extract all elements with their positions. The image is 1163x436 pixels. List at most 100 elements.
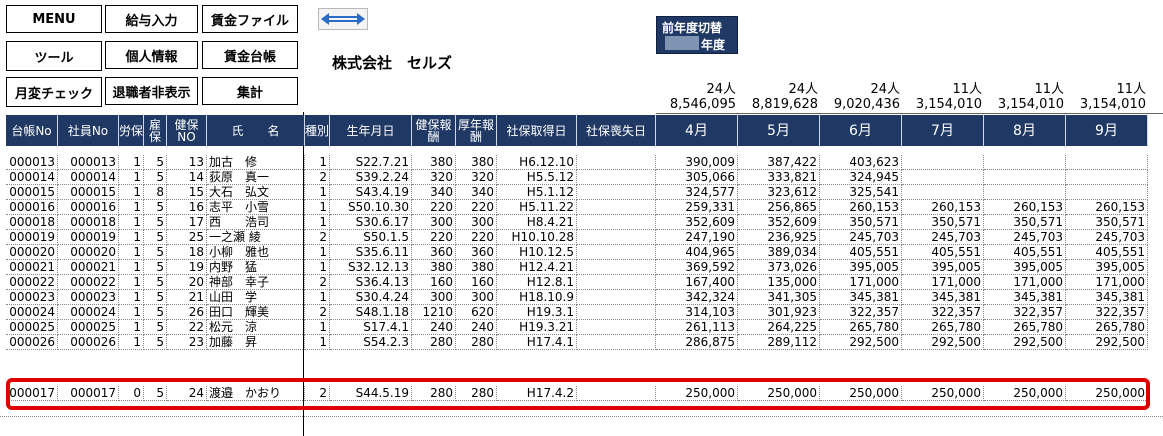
table-cell[interactable] bbox=[1066, 170, 1148, 185]
table-cell[interactable]: 5 bbox=[144, 230, 167, 245]
table-cell[interactable]: 322,357 bbox=[1066, 305, 1148, 320]
table-cell[interactable]: 380 bbox=[456, 155, 497, 170]
table-cell[interactable]: 1 bbox=[119, 320, 144, 335]
table-cell[interactable]: 000019 bbox=[58, 230, 119, 245]
table-cell[interactable]: 245,703 bbox=[902, 230, 984, 245]
table-cell[interactable]: 265,780 bbox=[984, 320, 1066, 335]
table-cell[interactable]: 000022 bbox=[58, 275, 119, 290]
table-cell[interactable]: S50.1.5 bbox=[330, 230, 412, 245]
table-cell[interactable]: 171,000 bbox=[902, 275, 984, 290]
table-cell[interactable]: H8.4.21 bbox=[497, 215, 577, 230]
table-cell[interactable] bbox=[577, 290, 656, 305]
table-cell[interactable]: S17.4.1 bbox=[330, 320, 412, 335]
table-cell[interactable]: 300 bbox=[412, 215, 456, 230]
table-cell[interactable]: 171,000 bbox=[820, 275, 902, 290]
table-cell[interactable]: 1 bbox=[119, 260, 144, 275]
table-cell[interactable]: 000020 bbox=[6, 245, 58, 260]
table-cell[interactable]: 300 bbox=[412, 290, 456, 305]
table-cell[interactable] bbox=[902, 170, 984, 185]
table-cell[interactable]: 000024 bbox=[58, 305, 119, 320]
table-cell[interactable]: S36.4.13 bbox=[330, 275, 412, 290]
table-cell[interactable]: 404,965 bbox=[656, 245, 738, 260]
table-cell[interactable]: 志平 小雪 bbox=[207, 200, 305, 215]
table-cell[interactable]: S32.12.13 bbox=[330, 260, 412, 275]
table-cell[interactable]: 21 bbox=[167, 290, 207, 305]
table-cell[interactable] bbox=[577, 230, 656, 245]
table-cell[interactable]: 2 bbox=[305, 305, 330, 320]
table-cell[interactable]: 373,026 bbox=[738, 260, 820, 275]
table-cell[interactable]: 田口 輝美 bbox=[207, 305, 305, 320]
table-cell[interactable]: 380 bbox=[412, 155, 456, 170]
table-cell[interactable]: 171,000 bbox=[984, 275, 1066, 290]
table-cell[interactable]: 265,780 bbox=[1066, 320, 1148, 335]
table-cell[interactable] bbox=[984, 170, 1066, 185]
table-cell[interactable]: H18.10.9 bbox=[497, 290, 577, 305]
table-cell[interactable]: 333,821 bbox=[738, 170, 820, 185]
table-cell[interactable]: 340 bbox=[412, 185, 456, 200]
table-cell[interactable]: 1 bbox=[305, 335, 330, 350]
table-cell[interactable]: 220 bbox=[412, 230, 456, 245]
table-cell[interactable]: 360 bbox=[456, 245, 497, 260]
table-cell[interactable]: 350,571 bbox=[902, 215, 984, 230]
table-cell[interactable]: 289,112 bbox=[738, 335, 820, 350]
table-cell[interactable]: 000015 bbox=[58, 185, 119, 200]
table-cell[interactable] bbox=[902, 185, 984, 200]
table-cell[interactable]: 1 bbox=[305, 185, 330, 200]
table-cell[interactable]: 荻原 真一 bbox=[207, 170, 305, 185]
table-cell[interactable]: H10.12.5 bbox=[497, 245, 577, 260]
table-cell[interactable] bbox=[577, 305, 656, 320]
table-cell[interactable]: 390,009 bbox=[656, 155, 738, 170]
table-cell[interactable]: 320 bbox=[412, 170, 456, 185]
table-cell[interactable]: 405,551 bbox=[984, 245, 1066, 260]
table-cell[interactable]: 324,577 bbox=[656, 185, 738, 200]
table-cell[interactable]: 000016 bbox=[6, 200, 58, 215]
table-cell[interactable]: 389,034 bbox=[738, 245, 820, 260]
table-cell[interactable] bbox=[577, 320, 656, 335]
table-cell[interactable]: 322,357 bbox=[984, 305, 1066, 320]
table-cell[interactable] bbox=[1066, 155, 1148, 170]
table-cell[interactable]: 000021 bbox=[58, 260, 119, 275]
table-cell[interactable]: 352,609 bbox=[656, 215, 738, 230]
table-cell[interactable]: 320 bbox=[456, 170, 497, 185]
table-cell[interactable]: 405,551 bbox=[820, 245, 902, 260]
table-cell[interactable]: 000024 bbox=[6, 305, 58, 320]
table-cell[interactable]: 260,153 bbox=[984, 200, 1066, 215]
table-cell[interactable]: 1 bbox=[305, 155, 330, 170]
table-cell[interactable]: 1 bbox=[305, 200, 330, 215]
table-cell[interactable]: 314,103 bbox=[656, 305, 738, 320]
table-cell[interactable]: 280 bbox=[456, 335, 497, 350]
table-cell[interactable]: 301,923 bbox=[738, 305, 820, 320]
table-cell[interactable]: 403,623 bbox=[820, 155, 902, 170]
table-cell[interactable]: S35.6.11 bbox=[330, 245, 412, 260]
table-cell[interactable]: 26 bbox=[167, 305, 207, 320]
table-cell[interactable]: 160 bbox=[412, 275, 456, 290]
table-cell[interactable]: 2 bbox=[305, 170, 330, 185]
menu-button[interactable]: MENU bbox=[6, 5, 102, 33]
table-cell[interactable]: S22.7.21 bbox=[330, 155, 412, 170]
table-cell[interactable]: 1 bbox=[119, 275, 144, 290]
table-cell[interactable]: 山田 学 bbox=[207, 290, 305, 305]
table-cell[interactable]: 13 bbox=[167, 155, 207, 170]
table-cell[interactable]: 000025 bbox=[6, 320, 58, 335]
table-cell[interactable]: 松元 涼 bbox=[207, 320, 305, 335]
table-cell[interactable]: 000022 bbox=[6, 275, 58, 290]
aggregate-button[interactable]: 集計 bbox=[202, 77, 298, 105]
table-cell[interactable]: 405,551 bbox=[902, 245, 984, 260]
table-cell[interactable]: 2 bbox=[305, 230, 330, 245]
table-cell[interactable]: H10.10.28 bbox=[497, 230, 577, 245]
table-cell[interactable]: 000021 bbox=[6, 260, 58, 275]
table-cell[interactable] bbox=[1066, 185, 1148, 200]
table-cell[interactable]: 265,780 bbox=[902, 320, 984, 335]
table-cell[interactable]: 350,571 bbox=[820, 215, 902, 230]
table-cell[interactable]: 261,113 bbox=[656, 320, 738, 335]
table-cell[interactable]: 387,422 bbox=[738, 155, 820, 170]
table-cell[interactable]: 内野 猛 bbox=[207, 260, 305, 275]
table-cell[interactable]: 305,066 bbox=[656, 170, 738, 185]
table-cell[interactable]: 135,000 bbox=[738, 275, 820, 290]
table-cell[interactable]: 245,703 bbox=[1066, 230, 1148, 245]
table-cell[interactable]: 292,500 bbox=[820, 335, 902, 350]
table-cell[interactable] bbox=[577, 215, 656, 230]
table-cell[interactable]: 300 bbox=[456, 215, 497, 230]
table-cell[interactable]: 19 bbox=[167, 260, 207, 275]
table-cell[interactable]: 405,551 bbox=[1066, 245, 1148, 260]
